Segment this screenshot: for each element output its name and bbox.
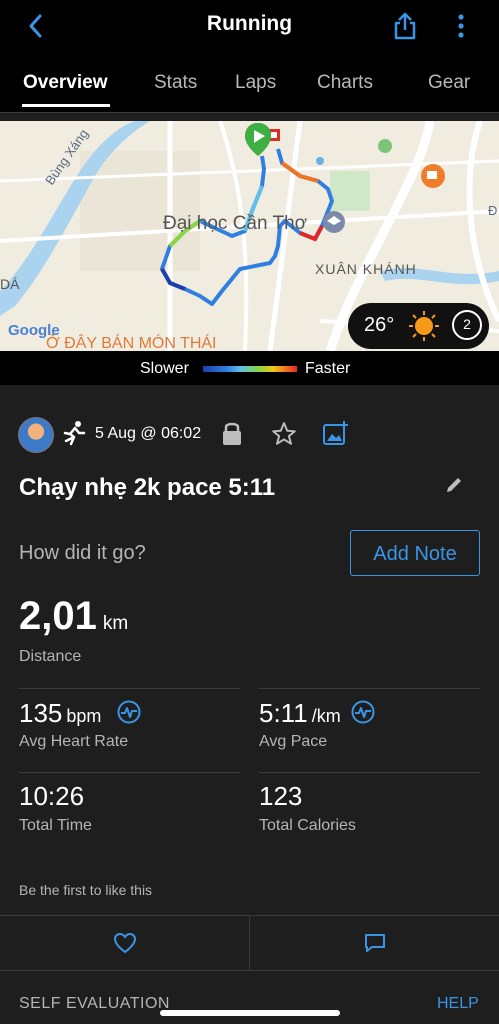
add-photo-icon[interactable] (322, 420, 350, 446)
pace-number: 5:11 (259, 698, 308, 728)
weather-badge: 26° 2 (348, 303, 489, 349)
avatar[interactable] (18, 417, 54, 453)
likes-text: Be the first to like this (19, 882, 153, 898)
running-icon (63, 421, 86, 446)
tab-laps[interactable]: Laps (235, 72, 276, 94)
distance-number: 2,01 (19, 594, 97, 638)
map-label-right: Đ (488, 203, 498, 218)
sun-icon (409, 311, 439, 341)
map-label-poi: Ở ĐÂY BÁN MÓN THÁI (46, 335, 217, 351)
calories-value: 123 (259, 781, 303, 811)
self-evaluation-heading: SELF EVALUATION (19, 995, 170, 1012)
legend-slower-label: Slower (140, 360, 189, 377)
total-time-value: 10:26 (19, 781, 85, 811)
help-link[interactable]: HELP (437, 995, 479, 1013)
legend-faster-label: Faster (305, 360, 351, 377)
tab-stats[interactable]: Stats (154, 72, 197, 94)
activity-date: 5 Aug @ 06:02 (95, 425, 202, 442)
heart-rate-label: Avg Heart Rate (19, 733, 129, 750)
add-note-button[interactable]: Add Note (350, 530, 480, 576)
google-logo: Google (8, 322, 60, 339)
heart-rate-value: 135 bpm (19, 698, 101, 729)
map-label-left: DÁ (0, 276, 20, 292)
temperature-text: 26° (364, 314, 395, 336)
social-action-bar (0, 915, 499, 971)
pace-gradient-bar (203, 366, 297, 372)
pace-value: 5:11/km (259, 698, 341, 729)
map-label-district: XUÂN KHÁNH (315, 261, 417, 277)
heart-rate-number: 135 (19, 698, 63, 728)
lock-icon[interactable] (221, 420, 243, 446)
pace-unit: /km (311, 706, 341, 726)
distance-value: 2,01 km (19, 594, 128, 639)
heart-rate-unit: bpm (66, 706, 102, 726)
divider (19, 772, 240, 773)
calories-label: Total Calories (259, 817, 356, 834)
comment-icon (365, 934, 385, 952)
active-tab-indicator (22, 104, 110, 107)
star-icon[interactable] (271, 421, 297, 447)
distance-unit: km (102, 613, 129, 634)
divider (259, 688, 480, 689)
comment-button[interactable] (250, 916, 499, 970)
share-button[interactable] (392, 12, 418, 45)
pace-label: Avg Pace (259, 733, 328, 750)
more-vertical-icon (458, 14, 464, 38)
edit-pencil-icon[interactable] (444, 475, 464, 495)
wind-speed: 2 (463, 316, 471, 332)
tab-bar: Overview Stats Laps Charts Gear (0, 52, 499, 113)
total-time-label: Total Time (19, 817, 92, 834)
more-options-button[interactable] (452, 12, 470, 45)
tab-overview[interactable]: Overview (23, 72, 108, 94)
heart-icon (113, 932, 137, 954)
divider (19, 688, 240, 689)
map-label-university: Đại học Cần Thơ (163, 213, 308, 234)
page-title: Running (206, 12, 293, 35)
feedback-question: How did it go? (19, 542, 146, 564)
like-button[interactable] (0, 916, 249, 970)
activity-name: Chạy nhẹ 2k pace 5:11 (19, 474, 276, 501)
divider (259, 772, 480, 773)
heart-rate-chart-icon[interactable] (117, 700, 141, 724)
pace-legend: Slower Faster (0, 351, 499, 385)
home-indicator[interactable] (160, 1010, 340, 1016)
tab-charts[interactable]: Charts (317, 72, 373, 94)
pace-chart-icon[interactable] (351, 700, 375, 724)
tab-gear[interactable]: Gear (428, 72, 470, 94)
distance-label: Distance (19, 648, 82, 665)
share-icon (394, 12, 416, 40)
